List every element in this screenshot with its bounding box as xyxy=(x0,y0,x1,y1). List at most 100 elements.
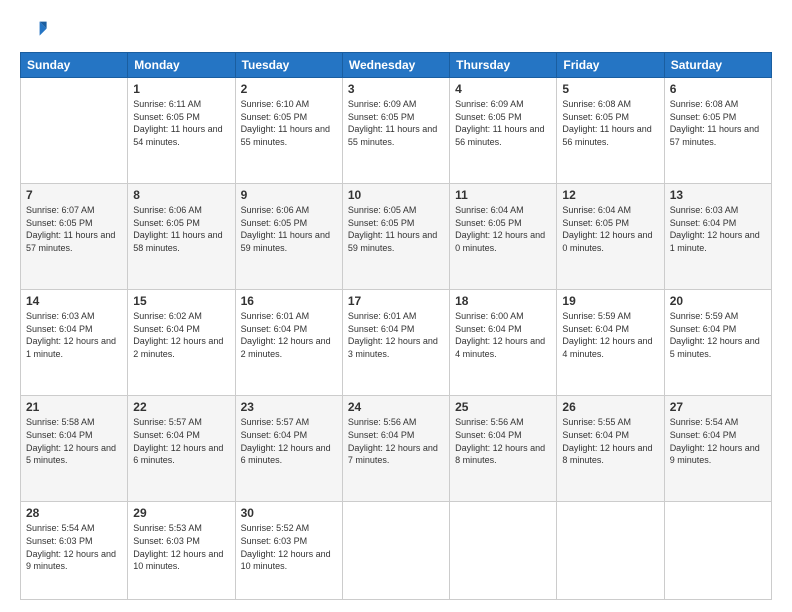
day-info: Sunrise: 6:07 AMSunset: 6:05 PMDaylight:… xyxy=(26,204,122,254)
day-info: Sunrise: 5:56 AMSunset: 6:04 PMDaylight:… xyxy=(455,416,551,466)
day-number: 29 xyxy=(133,506,229,520)
day-number: 2 xyxy=(241,82,337,96)
calendar-cell xyxy=(342,502,449,600)
day-info: Sunrise: 5:53 AMSunset: 6:03 PMDaylight:… xyxy=(133,522,229,572)
day-number: 12 xyxy=(562,188,658,202)
header xyxy=(20,16,772,44)
calendar-cell: 30 Sunrise: 5:52 AMSunset: 6:03 PMDayligh… xyxy=(235,502,342,600)
calendar-cell xyxy=(557,502,664,600)
day-info: Sunrise: 6:06 AMSunset: 6:05 PMDaylight:… xyxy=(133,204,229,254)
calendar-cell: 19 Sunrise: 5:59 AMSunset: 6:04 PMDayligh… xyxy=(557,290,664,396)
calendar-cell: 6 Sunrise: 6:08 AMSunset: 6:05 PMDaylight… xyxy=(664,78,771,184)
day-number: 16 xyxy=(241,294,337,308)
logo-icon xyxy=(20,16,48,44)
calendar-cell: 4 Sunrise: 6:09 AMSunset: 6:05 PMDaylight… xyxy=(450,78,557,184)
day-number: 3 xyxy=(348,82,444,96)
day-number: 20 xyxy=(670,294,766,308)
day-info: Sunrise: 5:57 AMSunset: 6:04 PMDaylight:… xyxy=(133,416,229,466)
calendar-cell: 9 Sunrise: 6:06 AMSunset: 6:05 PMDaylight… xyxy=(235,184,342,290)
day-info: Sunrise: 6:05 AMSunset: 6:05 PMDaylight:… xyxy=(348,204,444,254)
day-info: Sunrise: 5:59 AMSunset: 6:04 PMDaylight:… xyxy=(562,310,658,360)
calendar-cell: 14 Sunrise: 6:03 AMSunset: 6:04 PMDayligh… xyxy=(21,290,128,396)
day-info: Sunrise: 6:08 AMSunset: 6:05 PMDaylight:… xyxy=(670,98,766,148)
day-info: Sunrise: 6:06 AMSunset: 6:05 PMDaylight:… xyxy=(241,204,337,254)
day-number: 22 xyxy=(133,400,229,414)
calendar-cell: 8 Sunrise: 6:06 AMSunset: 6:05 PMDaylight… xyxy=(128,184,235,290)
calendar-cell: 25 Sunrise: 5:56 AMSunset: 6:04 PMDayligh… xyxy=(450,396,557,502)
calendar-cell: 23 Sunrise: 5:57 AMSunset: 6:04 PMDayligh… xyxy=(235,396,342,502)
day-info: Sunrise: 6:09 AMSunset: 6:05 PMDaylight:… xyxy=(348,98,444,148)
day-number: 8 xyxy=(133,188,229,202)
day-info: Sunrise: 6:04 AMSunset: 6:05 PMDaylight:… xyxy=(455,204,551,254)
calendar-cell: 26 Sunrise: 5:55 AMSunset: 6:04 PMDayligh… xyxy=(557,396,664,502)
day-number: 4 xyxy=(455,82,551,96)
calendar-cell: 28 Sunrise: 5:54 AMSunset: 6:03 PMDayligh… xyxy=(21,502,128,600)
day-info: Sunrise: 5:57 AMSunset: 6:04 PMDaylight:… xyxy=(241,416,337,466)
calendar-cell: 11Sunrise: 6:04 AMSunset: 6:05 PMDayligh… xyxy=(450,184,557,290)
day-info: Sunrise: 6:01 AMSunset: 6:04 PMDaylight:… xyxy=(348,310,444,360)
calendar-cell: 5 Sunrise: 6:08 AMSunset: 6:05 PMDaylight… xyxy=(557,78,664,184)
day-number: 23 xyxy=(241,400,337,414)
calendar-cell: 24 Sunrise: 5:56 AMSunset: 6:04 PMDayligh… xyxy=(342,396,449,502)
calendar-cell xyxy=(664,502,771,600)
day-info: Sunrise: 5:54 AMSunset: 6:03 PMDaylight:… xyxy=(26,522,122,572)
day-number: 18 xyxy=(455,294,551,308)
day-number: 17 xyxy=(348,294,444,308)
day-info: Sunrise: 6:04 AMSunset: 6:05 PMDaylight:… xyxy=(562,204,658,254)
day-number: 19 xyxy=(562,294,658,308)
calendar-cell: 27 Sunrise: 5:54 AMSunset: 6:04 PMDayligh… xyxy=(664,396,771,502)
calendar-cell: 20 Sunrise: 5:59 AMSunset: 6:04 PMDayligh… xyxy=(664,290,771,396)
calendar-cell: 16 Sunrise: 6:01 AMSunset: 6:04 PMDayligh… xyxy=(235,290,342,396)
weekday-header-wednesday: Wednesday xyxy=(342,53,449,78)
day-number: 24 xyxy=(348,400,444,414)
calendar-cell xyxy=(21,78,128,184)
day-number: 9 xyxy=(241,188,337,202)
weekday-header-monday: Monday xyxy=(128,53,235,78)
day-number: 25 xyxy=(455,400,551,414)
calendar-cell: 29 Sunrise: 5:53 AMSunset: 6:03 PMDayligh… xyxy=(128,502,235,600)
day-number: 15 xyxy=(133,294,229,308)
calendar-cell: 1Sunrise: 6:11 AMSunset: 6:05 PMDaylight… xyxy=(128,78,235,184)
day-number: 21 xyxy=(26,400,122,414)
calendar-cell: 3 Sunrise: 6:09 AMSunset: 6:05 PMDaylight… xyxy=(342,78,449,184)
day-number: 14 xyxy=(26,294,122,308)
day-number: 7 xyxy=(26,188,122,202)
day-number: 27 xyxy=(670,400,766,414)
day-number: 5 xyxy=(562,82,658,96)
day-info: Sunrise: 5:55 AMSunset: 6:04 PMDaylight:… xyxy=(562,416,658,466)
calendar-cell: 18 Sunrise: 6:00 AMSunset: 6:04 PMDayligh… xyxy=(450,290,557,396)
day-number: 26 xyxy=(562,400,658,414)
calendar-cell: 7 Sunrise: 6:07 AMSunset: 6:05 PMDaylight… xyxy=(21,184,128,290)
calendar-cell: 22 Sunrise: 5:57 AMSunset: 6:04 PMDayligh… xyxy=(128,396,235,502)
weekday-header-saturday: Saturday xyxy=(664,53,771,78)
weekday-header-tuesday: Tuesday xyxy=(235,53,342,78)
day-number: 28 xyxy=(26,506,122,520)
day-info: Sunrise: 5:56 AMSunset: 6:04 PMDaylight:… xyxy=(348,416,444,466)
calendar-table: SundayMondayTuesdayWednesdayThursdayFrid… xyxy=(20,52,772,600)
weekday-header-sunday: Sunday xyxy=(21,53,128,78)
calendar-cell: 17 Sunrise: 6:01 AMSunset: 6:04 PMDayligh… xyxy=(342,290,449,396)
logo xyxy=(20,16,52,44)
day-number: 10 xyxy=(348,188,444,202)
calendar-cell: 10 Sunrise: 6:05 AMSunset: 6:05 PMDayligh… xyxy=(342,184,449,290)
day-info: Sunrise: 5:52 AMSunset: 6:03 PMDaylight:… xyxy=(241,522,337,572)
calendar-cell: 12 Sunrise: 6:04 AMSunset: 6:05 PMDayligh… xyxy=(557,184,664,290)
day-info: Sunrise: 6:02 AMSunset: 6:04 PMDaylight:… xyxy=(133,310,229,360)
calendar-cell: 13Sunrise: 6:03 AMSunset: 6:04 PMDayligh… xyxy=(664,184,771,290)
day-info: Sunrise: 6:03 AMSunset: 6:04 PMDaylight:… xyxy=(670,204,766,254)
day-number: 30 xyxy=(241,506,337,520)
weekday-header-friday: Friday xyxy=(557,53,664,78)
day-info: Sunrise: 6:03 AMSunset: 6:04 PMDaylight:… xyxy=(26,310,122,360)
weekday-header-thursday: Thursday xyxy=(450,53,557,78)
day-info: Sunrise: 5:54 AMSunset: 6:04 PMDaylight:… xyxy=(670,416,766,466)
day-info: Sunrise: 6:01 AMSunset: 6:04 PMDaylight:… xyxy=(241,310,337,360)
day-info: Sunrise: 5:58 AMSunset: 6:04 PMDaylight:… xyxy=(26,416,122,466)
day-info: Sunrise: 6:09 AMSunset: 6:05 PMDaylight:… xyxy=(455,98,551,148)
calendar-cell: 15 Sunrise: 6:02 AMSunset: 6:04 PMDayligh… xyxy=(128,290,235,396)
calendar-cell: 2Sunrise: 6:10 AMSunset: 6:05 PMDaylight… xyxy=(235,78,342,184)
day-info: Sunrise: 6:00 AMSunset: 6:04 PMDaylight:… xyxy=(455,310,551,360)
day-number: 1 xyxy=(133,82,229,96)
day-number: 6 xyxy=(670,82,766,96)
day-info: Sunrise: 6:08 AMSunset: 6:05 PMDaylight:… xyxy=(562,98,658,148)
day-info: Sunrise: 5:59 AMSunset: 6:04 PMDaylight:… xyxy=(670,310,766,360)
